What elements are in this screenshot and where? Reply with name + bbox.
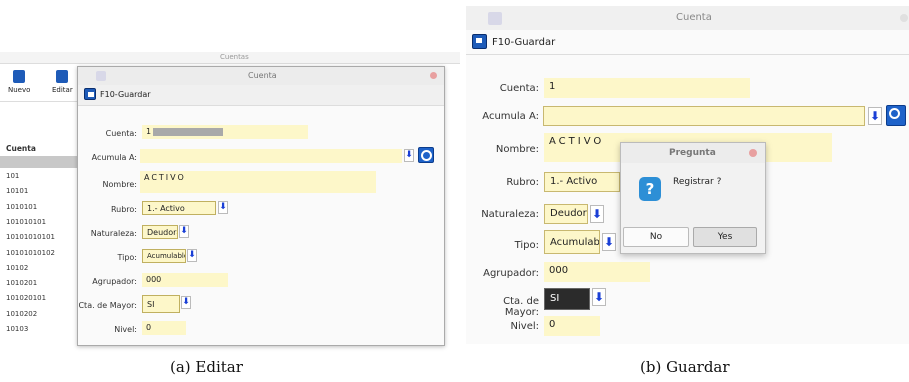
- confirm-message: Registrar ?: [673, 177, 722, 187]
- dialog-titlebar: Cuenta: [466, 6, 909, 30]
- save-button[interactable]: F10-Guardar: [470, 32, 570, 52]
- label-naturaleza: Naturaleza:: [90, 229, 137, 238]
- edit-label: Editar: [52, 86, 73, 94]
- dialog-body-divider: [466, 54, 909, 55]
- close-icon[interactable]: [900, 14, 908, 22]
- label-tipo: Tipo:: [117, 253, 137, 262]
- mayor-down-arrow-icon[interactable]: ⬇: [181, 296, 191, 309]
- bg-window-titlebar: Cuentas: [0, 52, 460, 64]
- confirm-titlebar: Pregunta: [621, 143, 765, 163]
- save-icon: [84, 88, 96, 100]
- list-item[interactable]: 10103: [6, 325, 28, 333]
- mayor-down-arrow-icon[interactable]: ⬇: [592, 288, 606, 306]
- list-header: Cuenta: [6, 144, 36, 153]
- confirm-dialog: Pregunta ? Registrar ? No Yes: [620, 142, 766, 254]
- cuenta-field[interactable]: 1: [544, 78, 750, 98]
- app-icon: [488, 12, 502, 25]
- list-item[interactable]: 10101: [6, 187, 28, 195]
- mayor-select[interactable]: SI: [142, 295, 180, 313]
- acumula-down-arrow-icon[interactable]: ⬇: [404, 149, 414, 162]
- edit-icon: [56, 70, 68, 83]
- list-item[interactable]: 101010101: [6, 218, 46, 226]
- agrupador-field[interactable]: 000: [544, 262, 650, 282]
- edit-button[interactable]: Editar: [50, 68, 78, 98]
- no-button[interactable]: No: [623, 227, 689, 247]
- acumula-field[interactable]: [140, 149, 402, 163]
- naturaleza-select[interactable]: Deudora: [142, 225, 178, 239]
- rubro-down-arrow-icon[interactable]: ⬇: [218, 201, 228, 214]
- tipo-select[interactable]: Acumulable: [142, 249, 186, 263]
- naturaleza-down-arrow-icon[interactable]: ⬇: [179, 225, 189, 238]
- save-icon: [472, 34, 487, 49]
- dialog-title: Cuenta: [248, 71, 277, 80]
- dialog-title: Cuenta: [676, 12, 712, 23]
- close-icon[interactable]: [749, 149, 757, 157]
- panel-b: Cuenta F10-Guardar Cuenta: 1 Acumula A: …: [466, 6, 909, 344]
- close-icon[interactable]: [430, 72, 437, 79]
- rubro-select[interactable]: 1.- Activo: [544, 172, 620, 192]
- tipo-down-arrow-icon[interactable]: ⬇: [602, 233, 616, 251]
- nivel-field[interactable]: 0: [142, 321, 186, 335]
- label-rubro: Rubro:: [110, 205, 137, 214]
- nombre-field[interactable]: ACTIVO: [140, 171, 376, 193]
- list-item[interactable]: 101020101: [6, 294, 46, 302]
- list-item[interactable]: 10102: [6, 264, 28, 272]
- save-label: F10-Guardar: [100, 90, 151, 99]
- label-nombre: Nombre:: [495, 144, 539, 155]
- acumula-down-arrow-icon[interactable]: ⬇: [868, 107, 882, 125]
- label-acumula: Acumula A:: [482, 111, 539, 122]
- label-naturaleza: Naturaleza:: [481, 209, 539, 220]
- label-agrupador: Agrupador:: [483, 268, 539, 279]
- new-label: Nuevo: [8, 86, 31, 94]
- naturaleza-down-arrow-icon[interactable]: ⬇: [590, 205, 604, 223]
- naturaleza-select[interactable]: Deudora: [544, 204, 588, 224]
- mayor-select[interactable]: SI: [544, 288, 590, 310]
- label-nivel: Nivel:: [114, 325, 137, 334]
- new-button[interactable]: Nuevo: [6, 68, 34, 98]
- account-list: Cuenta 101 10101 1010101 101010101 101010101…: [0, 142, 80, 342]
- label-mayor: Cta. de Mayor:: [78, 301, 137, 310]
- label-nivel: Nivel:: [510, 321, 539, 332]
- list-item[interactable]: 10101010102: [6, 249, 55, 257]
- list-selected-row[interactable]: [0, 156, 80, 168]
- new-icon: [13, 70, 25, 83]
- agrupador-field[interactable]: 000: [142, 273, 228, 287]
- save-label: F10-Guardar: [492, 37, 556, 48]
- dialog-titlebar: Cuenta: [78, 67, 444, 85]
- cuenta-dialog: Cuenta F10-Guardar Cuenta: 1 Acumula A: …: [77, 66, 445, 346]
- label-acumula: Acumula A:: [91, 153, 137, 162]
- nivel-field[interactable]: 0: [544, 316, 600, 336]
- search-icon[interactable]: [418, 147, 434, 163]
- label-cuenta: Cuenta:: [105, 129, 137, 138]
- search-icon[interactable]: [886, 105, 906, 126]
- rubro-select[interactable]: 1.- Activo: [142, 201, 216, 215]
- tipo-down-arrow-icon[interactable]: ⬇: [187, 249, 197, 262]
- list-item[interactable]: 1010202: [6, 310, 37, 318]
- list-item[interactable]: 1010101: [6, 203, 37, 211]
- list-item[interactable]: 101: [6, 172, 19, 180]
- caption-a: (a) Editar: [170, 358, 243, 376]
- label-nombre: Nombre:: [102, 180, 137, 189]
- cuenta-highlight: [153, 127, 224, 136]
- label-tipo: Tipo:: [514, 240, 539, 251]
- yes-button[interactable]: Yes: [693, 227, 757, 247]
- question-icon: ?: [639, 177, 661, 201]
- label-cuenta: Cuenta:: [499, 83, 539, 94]
- app-icon: [96, 71, 106, 81]
- cuenta-field[interactable]: 1: [142, 125, 308, 139]
- acumula-field[interactable]: [543, 106, 865, 126]
- tipo-select[interactable]: Acumulable: [544, 230, 600, 254]
- label-mayor: Cta. de Mayor:: [503, 296, 539, 318]
- caption-b: (b) Guardar: [640, 358, 730, 376]
- label-agrupador: Agrupador:: [92, 277, 137, 286]
- label-rubro: Rubro:: [506, 177, 539, 188]
- list-item[interactable]: 1010201: [6, 279, 37, 287]
- confirm-title: Pregunta: [669, 148, 716, 158]
- toolbar: Nuevo Editar: [0, 64, 80, 102]
- panel-a: Cuentas Nuevo Editar Cuenta 101 10101 1010…: [0, 52, 460, 346]
- save-button[interactable]: F10-Guardar: [82, 87, 162, 103]
- list-item[interactable]: 10101010101: [6, 233, 55, 241]
- bg-window-title: Cuentas: [220, 53, 249, 61]
